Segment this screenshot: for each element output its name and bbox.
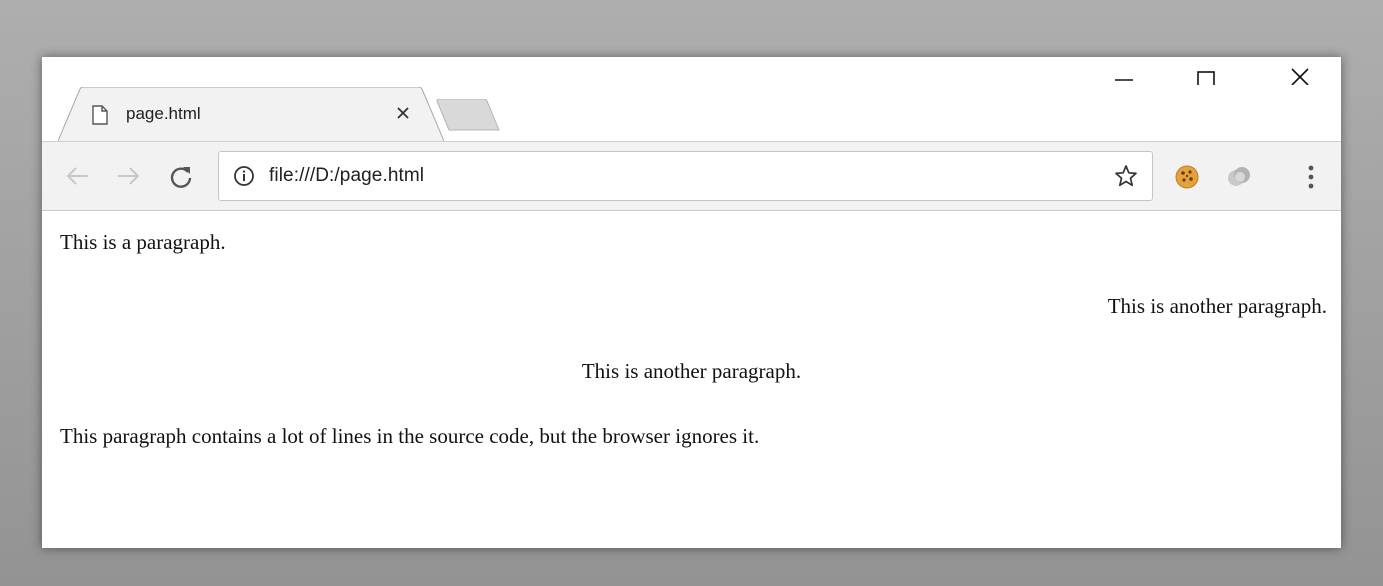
more-vert-icon[interactable]: [1307, 164, 1315, 195]
tab-page[interactable]: page.html: [58, 87, 444, 141]
toolbar: file:///D:/page.html: [42, 141, 1341, 211]
tab-title: page.html: [126, 104, 201, 123]
page-content: This is a paragraph. This is another par…: [42, 211, 1341, 548]
tab-close-icon[interactable]: [391, 101, 415, 125]
bookmark-star-icon[interactable]: [1114, 164, 1138, 193]
paragraph-left: This is a paragraph.: [60, 230, 226, 254]
paragraph-center: This is another paragraph.: [581, 359, 802, 383]
paragraph-long: This paragraph contains a lot of lines i…: [60, 424, 760, 448]
minimize-button[interactable]: [1101, 65, 1147, 95]
maximize-button[interactable]: [1183, 65, 1229, 95]
new-tab-button[interactable]: [436, 99, 500, 131]
browser-window: page.html file:///D:/page.html This is a…: [42, 57, 1341, 548]
url-text[interactable]: file:///D:/page.html: [269, 165, 424, 187]
reload-icon[interactable]: [168, 164, 192, 188]
document-icon: [92, 105, 108, 130]
minimize-icon: [1115, 79, 1133, 81]
back-arrow-icon[interactable]: [64, 164, 88, 188]
cookie-icon[interactable]: [1174, 164, 1200, 195]
forward-arrow-icon[interactable]: [116, 164, 140, 188]
paragraph-right: This is another paragraph.: [1107, 294, 1327, 318]
extension-icon[interactable]: [1226, 164, 1252, 195]
maximize-icon: [1197, 71, 1215, 85]
address-bar[interactable]: file:///D:/page.html: [218, 151, 1153, 201]
close-icon: [1291, 68, 1309, 85]
tab-strip: page.html: [42, 57, 1341, 141]
close-window-button[interactable]: [1277, 65, 1323, 95]
info-icon[interactable]: [233, 165, 255, 192]
tab-shape: [58, 87, 444, 141]
